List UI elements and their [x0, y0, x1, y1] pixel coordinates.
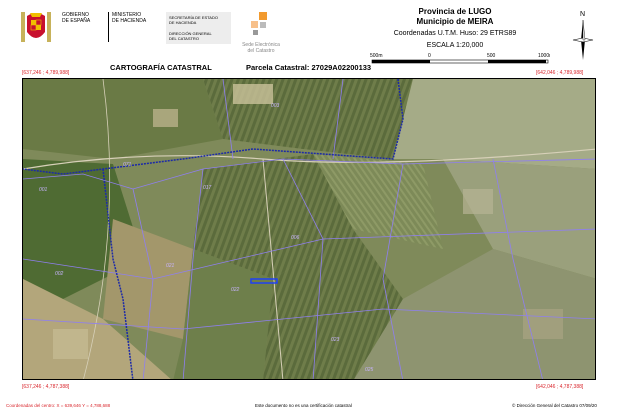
center-coordinates: Coordenadas del centro: X = 639,646 Y = …	[6, 403, 111, 408]
corner-coord-bottom-left: [637,246 ; 4,787,388]	[22, 384, 70, 390]
divider	[108, 12, 109, 42]
parcel-label: 023	[331, 337, 340, 343]
sede-electronica-label: Sede Electrónica del Catastro	[231, 42, 291, 54]
map-title: CARTOGRAFÍA CATASTRAL	[110, 63, 212, 72]
ministry-label: MINISTERIO DE HACIENDA	[112, 12, 162, 42]
scalebar-label-1: 0	[428, 53, 431, 59]
government-label: GOBIERNO DE ESPAÑA	[62, 12, 107, 42]
coat-of-arms-icon	[21, 12, 51, 42]
north-label: N	[580, 11, 585, 18]
gov-line-2: DE ESPAÑA	[62, 18, 91, 24]
map-scale: ESCALA 1:20,000	[426, 42, 484, 49]
parcel-label: 001	[39, 187, 48, 193]
sede-electronica-logo-icon	[251, 12, 267, 35]
corner-coord-top-left: [637,246 ; 4,789,988]	[22, 70, 70, 76]
corner-coord-bottom-right: [642,046 ; 4,787,388]	[536, 384, 584, 390]
scalebar-label-0: 500m	[370, 53, 383, 59]
parcel-label: 006	[291, 235, 300, 241]
ministry-line-2: DE HACIENDA	[112, 18, 147, 24]
scalebar-label-3: 1000m	[538, 53, 550, 59]
parcel-label: 003	[271, 103, 280, 109]
coordinate-system: Coordenadas U.T.M. Huso: 29 ETRS89	[393, 30, 517, 37]
scale-bar: 500m 0 500 1000m	[370, 53, 550, 64]
parcel-label: 025	[365, 367, 374, 373]
scalebar-label-2: 500	[487, 53, 496, 59]
disclaimer: Este documento no es una certificación c…	[255, 403, 352, 408]
province-title: Provincia de LUGO	[418, 7, 492, 16]
header: GOBIERNO DE ESPAÑA MINISTERIO DE HACIEND…	[0, 0, 640, 64]
parcel-label: 071	[123, 162, 132, 168]
sede-line-2: del Catastro	[247, 48, 275, 54]
direccion-line-2: DEL CATASTRO	[169, 36, 199, 41]
municipio-title: Municipio de MEIRA	[416, 17, 494, 26]
parcel-reference: Parcela Catastral: 27029A02200133	[246, 63, 372, 72]
secretaria-line-2: DE HACIENDA	[169, 20, 197, 25]
corner-coord-top-right: [642,046 ; 4,789,988]	[536, 70, 584, 76]
copyright: © Dirección General del Catastro 07/09/2…	[512, 403, 597, 408]
secretaria-box: SECRETARÍA DE ESTADO DE HACIENDA DIRECCI…	[166, 12, 231, 44]
cadastral-map[interactable]: 003 071 017 001 021 022 002 023 006 025	[22, 78, 596, 380]
parcel-label: 021	[166, 263, 175, 269]
parcel-label: 017	[203, 185, 212, 191]
parcel-label: 022	[231, 287, 240, 293]
parcel-label: 002	[55, 271, 64, 277]
north-arrow-icon: N	[572, 11, 594, 60]
aerial-imagery: 003 071 017 001 021 022 002 023 006 025	[23, 79, 595, 379]
